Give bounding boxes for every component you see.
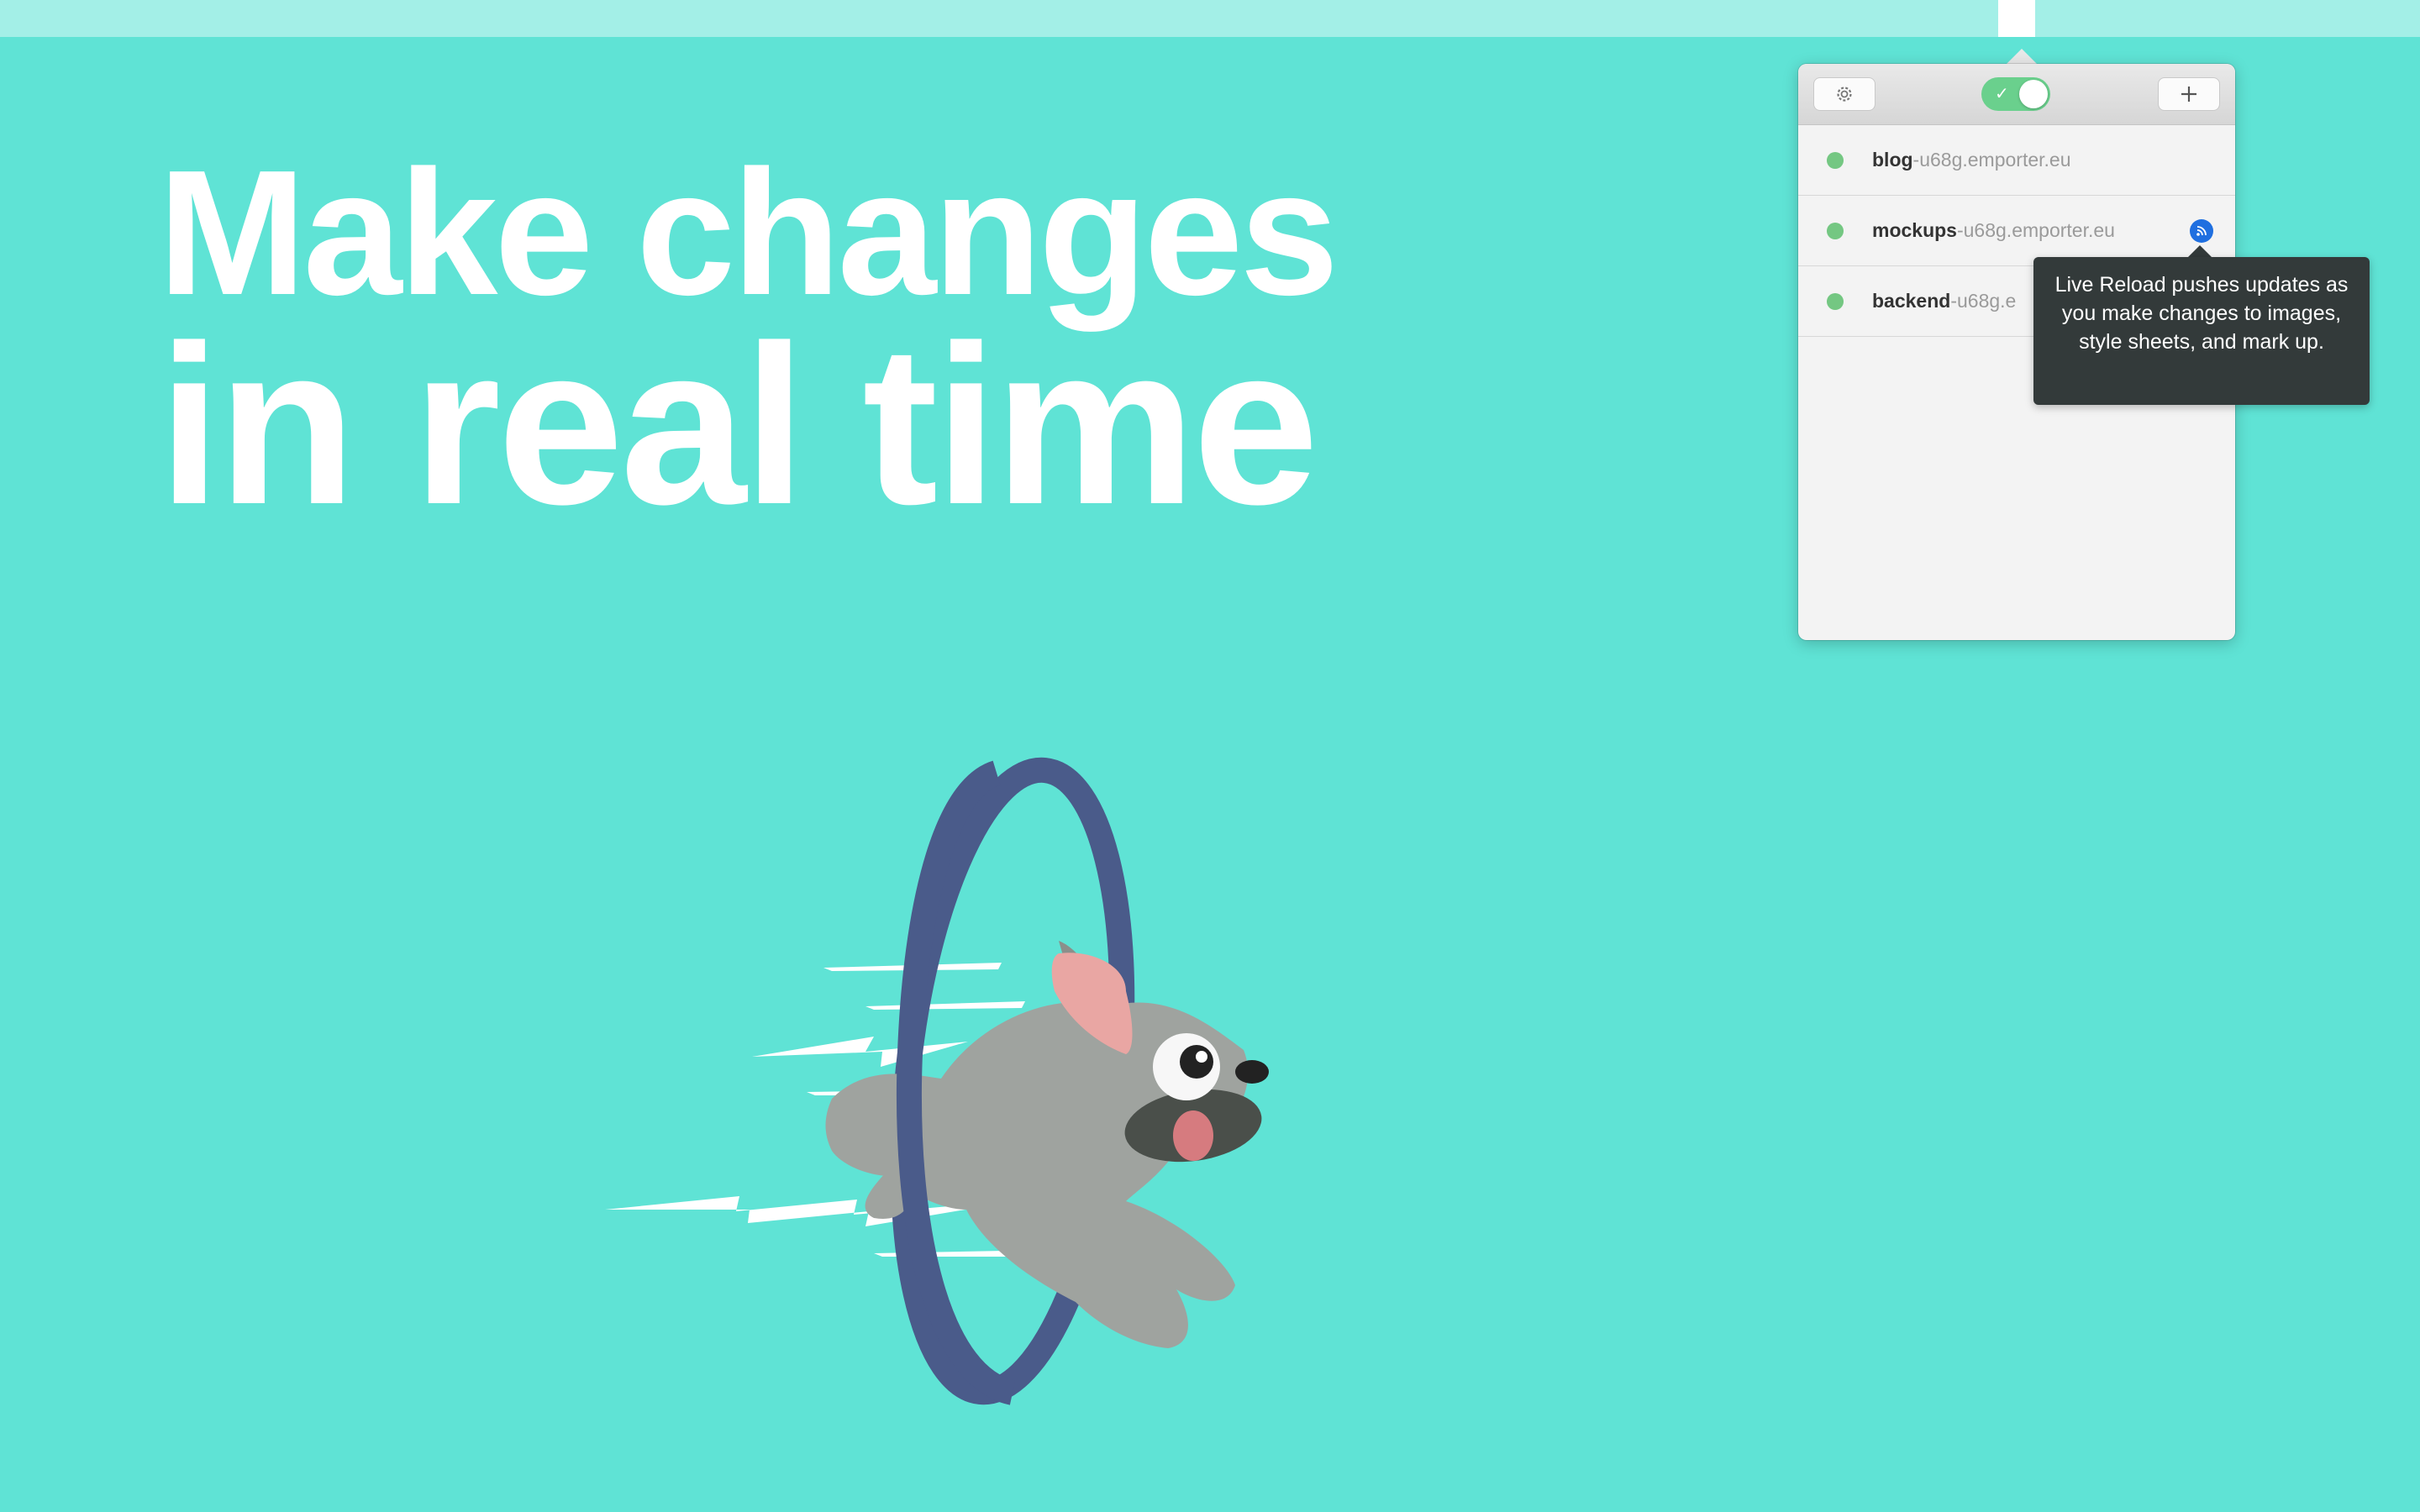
checkmark-icon: ✓ [1995, 85, 2009, 103]
site-label: mockups-u68g.emporter.eu [1872, 219, 2115, 242]
site-name: backend [1872, 290, 1951, 312]
dog-tongue [1173, 1110, 1213, 1161]
site-label: backend-u68g.e [1872, 290, 2016, 312]
toggle-knob [2019, 80, 2048, 108]
tooltip-arrow [2188, 245, 2212, 257]
add-site-button[interactable] [2158, 77, 2220, 111]
popover-arrow [2005, 49, 2039, 66]
site-name: mockups [1872, 219, 1957, 241]
site-domain: -u68g.emporter.eu [1956, 219, 2115, 241]
status-dot [1827, 293, 1844, 310]
site-label: blog-u68g.emporter.eu [1872, 149, 2071, 171]
live-reload-tooltip: Live Reload pushes updates as you make c… [2033, 257, 2370, 405]
plus-icon [2181, 87, 2196, 102]
status-dot [1827, 223, 1844, 239]
headline: Make changes in real time [158, 133, 1339, 552]
site-row-blog[interactable]: blog-u68g.emporter.eu [1798, 125, 2235, 196]
site-domain: -u68g.e [1950, 290, 2017, 312]
headline-line-2: in real time [158, 299, 1319, 552]
headline-line-1: Make changes [158, 133, 1339, 332]
site-row-mockups[interactable]: mockups-u68g.emporter.eu [1798, 196, 2235, 266]
site-name: blog [1872, 149, 1913, 171]
popover-toolbar: ✓ [1798, 64, 2235, 125]
dog-jumping-through-hoop-illustration [605, 757, 1269, 1405]
settings-button[interactable] [1813, 77, 1876, 111]
site-domain: -u68g.emporter.eu [1912, 149, 2071, 171]
live-reload-icon[interactable] [2190, 219, 2213, 243]
dog-nose [1235, 1060, 1269, 1084]
menubar-app-icon[interactable] [1998, 0, 2035, 37]
dog-pupil [1180, 1045, 1213, 1079]
gear-icon [1837, 87, 1852, 102]
menu-bar [0, 0, 2420, 37]
live-reload-toggle[interactable]: ✓ [1981, 77, 2050, 111]
status-dot [1827, 152, 1844, 169]
